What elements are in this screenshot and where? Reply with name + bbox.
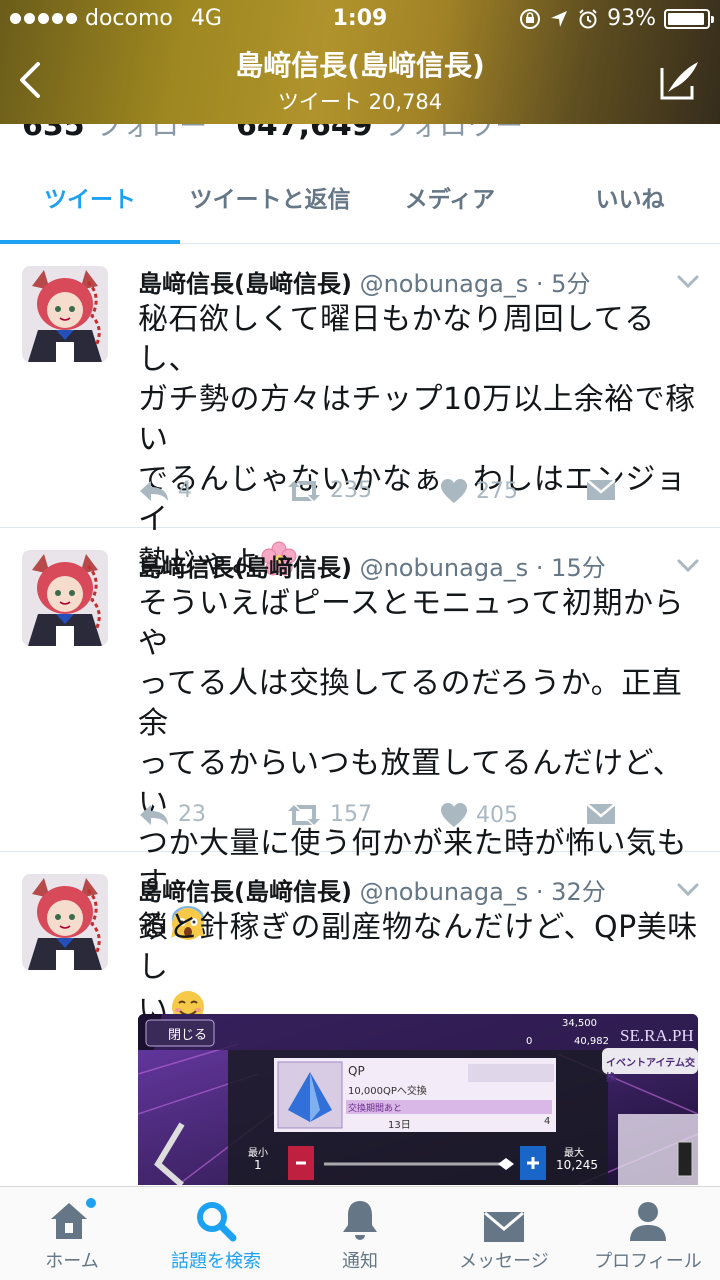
alarm-icon [579,8,597,28]
tab-tweets[interactable]: ツイート [0,160,180,244]
event-item-exchange-button[interactable]: イベントアイテム交換 [606,1054,698,1084]
retweet-count: 235 [330,478,372,503]
envelope-icon [586,803,616,824]
reply-count: 23 [178,802,206,827]
zero-value: 0 [526,1036,533,1047]
like-button[interactable]: 405 [440,802,518,828]
tabbar-label: 話題を検索 [171,1251,261,1272]
profile-name: 島﨑信長(島﨑信長) [235,49,485,82]
tweet-text: 鎖と針稼ぎの副産物なんだけど、QP美味し い [138,908,703,1031]
reply-count: 4 [178,478,192,503]
heart-icon [441,803,467,827]
rotation-lock-icon [520,8,541,29]
home-icon [51,1198,96,1239]
tweet-media-image[interactable]: 閉じる 34,500 0 40,982 SE.RA.PH イベントアイテム交換 … [138,1014,698,1185]
tweet-count: ツイート 20,784 [277,90,443,114]
battery-percent: 93% [607,6,656,31]
followers-count: 647,649 [236,124,373,143]
dm-button[interactable] [586,802,616,826]
event-title: SE.RA.PH [620,1026,694,1045]
person-icon [630,1202,666,1241]
tweet[interactable]: 島﨑信長(島﨑信長) @nobunaga_s · 15分 そういえばピースとモニ… [0,528,720,944]
tabbar-home[interactable]: ホーム [0,1187,144,1280]
tabbar-label: メッセージ [459,1251,549,1272]
tab-tweets-and-replies[interactable]: ツイートと返信 [180,160,360,243]
tweet-author-name[interactable]: 島﨑信長(島﨑信長) [138,270,352,298]
tweet-line: そういえばピースとモニュって初期からや [138,586,684,661]
like-count: 405 [476,802,518,828]
min-label: 最小 [248,1148,268,1159]
tweet-actions: 4 235 275 [138,478,698,508]
retweet-button[interactable]: 157 [286,802,372,827]
avatar[interactable] [22,874,108,970]
bottom-tab-bar: ホーム 話題を検索 通知 メッセージ プロフィール [0,1186,720,1280]
status-bar: docomo 4G 1:09 93% [0,6,720,34]
profile-tabs: ツイート ツイートと返信 メディア いいね [0,160,720,244]
retweet-icon [288,804,320,825]
profile-header: docomo 4G 1:09 93% 島﨑信長(島﨑信長) ツイート 20,78… [0,0,720,124]
min-value: 1 [254,1158,262,1172]
chevron-down-icon[interactable] [676,882,700,898]
tabbar-profile[interactable]: プロフィール [576,1187,720,1280]
retweet-count: 157 [330,802,372,827]
reply-icon [140,480,168,501]
battery-icon [664,8,714,29]
tab-media[interactable]: メディア [360,160,540,243]
reply-button[interactable]: 23 [138,802,206,827]
close-button[interactable]: 閉じる [168,1024,207,1043]
tweet-handle-time: @nobunaga_s · 32分 [359,878,606,906]
envelope-icon [484,1211,524,1242]
tabbar-notifications[interactable]: 通知 [288,1187,432,1280]
bell-icon [343,1201,377,1240]
reply-button[interactable]: 4 [138,478,192,503]
tweet-line: ガチ勢の方々はチップ10万以上余裕で稼い [138,382,696,457]
item-count: 4 [544,1116,551,1127]
tweet-line: 鎖と針稼ぎの副産物なんだけど、QP美味し [138,910,698,985]
tweet-actions: 23 157 405 [138,802,698,832]
following-label: フォロー [95,124,208,142]
chevron-down-icon[interactable] [676,274,700,290]
chevron-down-icon[interactable] [676,558,700,574]
avatar[interactable] [22,266,108,362]
avatar[interactable] [22,550,108,646]
tab-likes[interactable]: いいね [540,160,720,243]
max-label: 最大 [564,1148,584,1159]
tweet-author-name[interactable]: 島﨑信長(島﨑信長) [138,878,352,906]
tweet-line: 秘石欲しくて曜日もかなり周回してるし、 [138,302,655,377]
following-count: 635 [22,124,85,143]
heart-icon [441,479,467,503]
like-button[interactable]: 275 [440,478,518,504]
dm-button[interactable] [586,478,616,502]
compose-tweet-icon[interactable] [658,58,702,102]
max-value: 10,245 [556,1158,598,1172]
item-days: 13日 [388,1120,411,1131]
envelope-icon [586,479,616,500]
tweet-author-name[interactable]: 島﨑信長(島﨑信長) [138,554,352,582]
retweet-icon [288,480,320,501]
item-name: QP [348,1064,365,1078]
reply-icon [140,804,168,825]
retweet-button[interactable]: 235 [286,478,372,503]
nav-title: 島﨑信長(島﨑信長) ツイート 20,784 [0,44,720,116]
tabbar-label: 通知 [342,1251,378,1272]
tweet-handle-time: @nobunaga_s · 5分 [359,270,591,298]
location-icon [551,10,568,27]
like-count: 275 [476,478,518,504]
tweet-line: ってる人は交換してるのだろうか。正直余 [138,666,683,741]
follow-counts: 635 フォロー 647,649 フォロワー [0,124,720,160]
tabbar-label: プロフィール [594,1251,702,1272]
qp-top-value: 34,500 [562,1018,597,1029]
qp-second-value: 40,982 [574,1036,609,1047]
search-icon [197,1202,237,1242]
tweet-handle-time: @nobunaga_s · 15分 [359,554,606,582]
tabbar-search[interactable]: 話題を検索 [144,1187,288,1280]
followers-label: フォロワー [383,124,524,142]
tabbar-label: ホーム [45,1251,99,1272]
tabbar-messages[interactable]: メッセージ [432,1187,576,1280]
tweet[interactable]: 島﨑信長(島﨑信長) @nobunaga_s · 5分 秘石欲しくて曜日もかなり… [0,244,720,580]
item-description: 10,000QPへ交換 [348,1086,427,1097]
item-period-label: 交換期間あと [348,1104,403,1114]
